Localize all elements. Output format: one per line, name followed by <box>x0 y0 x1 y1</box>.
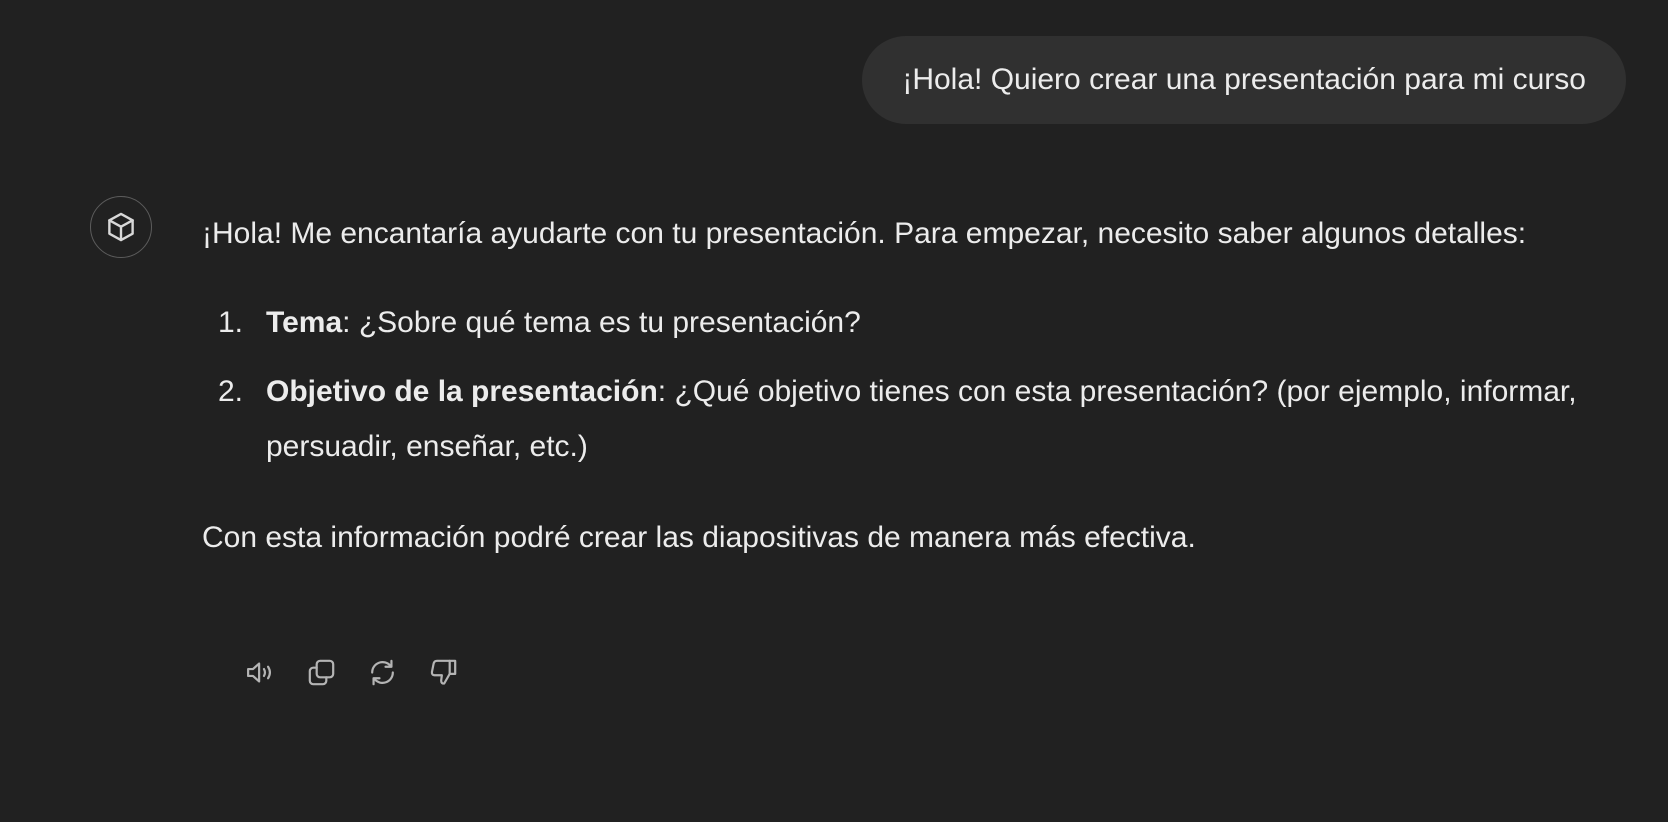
list-item-text: : ¿Sobre qué tema es tu presentación? <box>342 306 861 339</box>
copy-button[interactable] <box>305 656 338 689</box>
user-message-text: ¡Hola! Quiero crear una presentación par… <box>902 63 1586 96</box>
read-aloud-button[interactable] <box>244 656 277 689</box>
assistant-message-body: ¡Hola! Me encantaría ayudarte con tu pre… <box>202 206 1582 565</box>
assistant-closing: Con esta información podré crear las dia… <box>202 521 1196 554</box>
regenerate-icon <box>371 659 394 686</box>
regenerate-button[interactable] <box>366 656 399 689</box>
list-item-number: 2. <box>218 375 244 408</box>
copy-icon <box>308 659 335 686</box>
list-item: 1. Tema: ¿Sobre qué tema es tu presentaci… <box>202 295 1582 350</box>
chat-page: ¡Hola! Quiero crear una presentación par… <box>0 0 1668 822</box>
box-icon <box>108 212 134 242</box>
thumbs-down-button[interactable] <box>427 656 460 689</box>
assistant-intro: ¡Hola! Me encantaría ayudarte con tu pre… <box>202 217 1527 250</box>
thumbs-down-icon <box>430 659 457 685</box>
assistant-avatar <box>90 196 152 258</box>
speaker-icon <box>247 662 272 683</box>
list-item-title: Tema <box>266 306 343 339</box>
details-list: 1. Tema: ¿Sobre qué tema es tu presentaci… <box>202 295 1582 474</box>
list-item: 2. Objetivo de la presentación: ¿Qué obje… <box>202 364 1582 474</box>
user-message-bubble: ¡Hola! Quiero crear una presentación par… <box>862 36 1626 124</box>
list-item-number: 1. <box>218 306 244 339</box>
user-message-row: ¡Hola! Quiero crear una presentación par… <box>862 36 1626 124</box>
message-actions <box>244 656 460 689</box>
list-item-title: Objetivo de la presentación <box>266 375 658 408</box>
